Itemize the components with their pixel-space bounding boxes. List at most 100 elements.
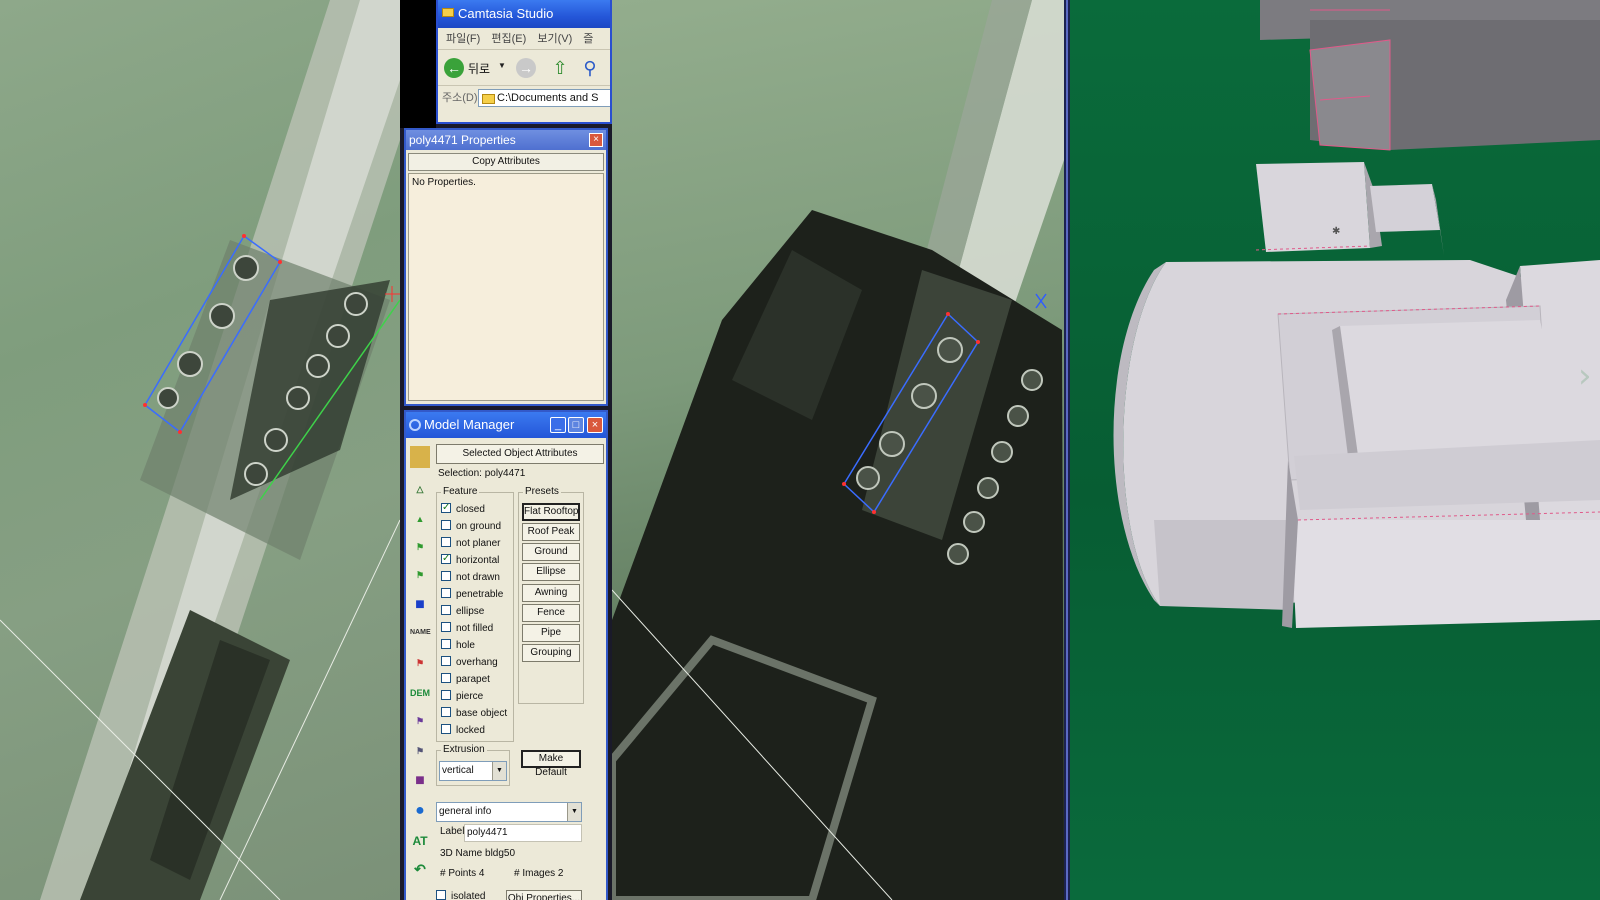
- menu-edit[interactable]: 편집(E): [491, 33, 526, 45]
- menu-view[interactable]: 보기(V): [537, 33, 572, 45]
- model-3d-view[interactable]: ✱ ›: [1070, 0, 1600, 900]
- checkbox-box[interactable]: [441, 639, 451, 649]
- checkbox-box[interactable]: [441, 656, 451, 666]
- checkbox-ellipse[interactable]: ellipse: [441, 605, 484, 619]
- properties-titlebar[interactable]: poly4471 Properties ×: [406, 130, 606, 150]
- checkbox-not-planer[interactable]: not planer: [441, 537, 500, 551]
- search-icon[interactable]: ⚲: [580, 58, 600, 78]
- checkbox-penetrable[interactable]: penetrable: [441, 588, 503, 602]
- back-dropdown-icon[interactable]: ▼: [498, 61, 506, 70]
- preset-pipe-button[interactable]: Pipe: [522, 624, 580, 642]
- flag-purple-icon[interactable]: ⚑: [410, 710, 430, 732]
- satellite-image-zoomed: [612, 0, 1064, 900]
- preset-grouping-button[interactable]: Grouping: [522, 644, 580, 662]
- explorer-title: Camtasia Studio: [458, 6, 554, 21]
- preset-awning-button[interactable]: Awning: [522, 584, 580, 602]
- checkbox-closed[interactable]: closed: [441, 501, 485, 517]
- flag-tool-icon[interactable]: ⚑: [410, 564, 430, 586]
- model-manager-titlebar[interactable]: Model Manager _ □ ×: [406, 412, 606, 438]
- globe-icon[interactable]: ●: [410, 800, 430, 822]
- checkbox-box[interactable]: [441, 707, 451, 717]
- satellite-view-left[interactable]: [0, 0, 400, 900]
- maximize-icon[interactable]: □: [568, 417, 584, 433]
- checkbox-box[interactable]: [441, 690, 451, 700]
- extrusion-select[interactable]: vertical ▼: [439, 761, 507, 781]
- checkbox-box[interactable]: [441, 552, 451, 566]
- flag-green-icon[interactable]: ⚑: [410, 536, 430, 558]
- checkbox-box[interactable]: [441, 501, 451, 515]
- dem-icon[interactable]: DEM: [410, 682, 430, 704]
- folder-open-icon[interactable]: [410, 446, 430, 468]
- tool-palette: △ ▲ ⚑ ⚑ ■ NAME ⚑ DEM ⚑ ⚑ ■ ● AT ↶: [406, 438, 432, 900]
- folder-up-icon[interactable]: ⇧: [550, 58, 570, 78]
- preset-roof-peak-button[interactable]: Roof Peak: [522, 523, 580, 541]
- checkbox-label: penetrable: [456, 589, 504, 600]
- checkbox-not-drawn[interactable]: not drawn: [441, 571, 500, 585]
- preset-flat-rooftop-button[interactable]: Flat Rooftop: [522, 503, 580, 521]
- undo-icon[interactable]: ↶: [410, 858, 430, 880]
- preset-fence-button[interactable]: Fence: [522, 604, 580, 622]
- checkbox-label: isolated: [451, 891, 486, 900]
- building-purple-icon[interactable]: ■: [410, 770, 430, 792]
- model-manager-window: Model Manager _ □ × △ ▲ ⚑ ⚑ ■ NAME ⚑ DEM…: [404, 410, 608, 900]
- back-arrow-icon[interactable]: ←: [444, 58, 464, 78]
- chevron-right-icon[interactable]: ›: [1578, 356, 1594, 396]
- checkbox-horizontal[interactable]: horizontal: [441, 552, 499, 568]
- checkbox-box[interactable]: [441, 520, 451, 530]
- checkbox-locked[interactable]: locked: [441, 724, 485, 738]
- label-caption: Label: [440, 826, 465, 837]
- checkbox-parapet[interactable]: parapet: [441, 673, 490, 687]
- properties-panel: poly4471 Properties × Copy Attributes No…: [404, 128, 608, 406]
- at-icon[interactable]: AT: [410, 830, 430, 852]
- flag-red-icon[interactable]: ⚑: [410, 652, 430, 674]
- menu-file[interactable]: 파일(F): [446, 33, 480, 45]
- address-input[interactable]: C:\Documents and S: [478, 89, 610, 107]
- label-input[interactable]: poly4471: [464, 824, 582, 842]
- checkbox-box[interactable]: [441, 605, 451, 615]
- checkbox-box[interactable]: [441, 537, 451, 547]
- obj-properties-button[interactable]: Obj Properties...: [506, 890, 582, 900]
- close-icon[interactable]: ×: [589, 133, 603, 147]
- checkbox-base-object[interactable]: base object: [441, 707, 507, 721]
- extrusion-caption: Extrusion: [441, 744, 487, 755]
- satellite-view-zoomed[interactable]: [612, 0, 1064, 900]
- selected-object-attributes-button[interactable]: Selected Object Attributes: [436, 444, 604, 464]
- checkbox-box[interactable]: [441, 673, 451, 683]
- minimize-icon[interactable]: _: [550, 417, 566, 433]
- explorer-window[interactable]: Camtasia Studio 파일(F) 편집(E) 보기(V) 즐 ← 뒤로…: [436, 0, 612, 124]
- building-blue-icon[interactable]: ■: [410, 594, 430, 616]
- selection-label: Selection: poly4471: [438, 468, 526, 479]
- checkbox-label: hole: [456, 640, 475, 651]
- extrusion-group: Extrusion vertical ▼: [436, 744, 510, 786]
- checkbox-box[interactable]: [441, 724, 451, 734]
- explorer-titlebar[interactable]: Camtasia Studio: [438, 0, 610, 28]
- make-default-button[interactable]: Make Default: [521, 750, 581, 778]
- checkbox-label: closed: [456, 504, 485, 515]
- checkbox-on-ground[interactable]: on ground: [441, 520, 501, 534]
- info-select[interactable]: general info ▼: [436, 802, 582, 822]
- checkbox-isolated[interactable]: isolated: [436, 890, 485, 900]
- checkbox-box[interactable]: [441, 622, 451, 632]
- flag-gray-icon[interactable]: ⚑: [410, 740, 430, 762]
- preset-ground-button[interactable]: Ground: [522, 543, 580, 561]
- back-button-label[interactable]: 뒤로: [468, 60, 490, 77]
- properties-empty-text: No Properties.: [412, 177, 476, 188]
- menu-favorites[interactable]: 즐: [583, 33, 593, 45]
- poly-tool-icon[interactable]: ▲: [410, 508, 430, 530]
- chevron-down-icon[interactable]: ▼: [567, 803, 581, 821]
- copy-attributes-button[interactable]: Copy Attributes: [408, 153, 604, 171]
- checkbox-not-filled[interactable]: not filled: [441, 622, 493, 636]
- checkbox-label: on ground: [456, 521, 502, 532]
- checkbox-hole[interactable]: hole: [441, 639, 475, 653]
- checkbox-overhang[interactable]: overhang: [441, 656, 498, 670]
- checkbox-box[interactable]: [441, 588, 451, 598]
- forward-arrow-icon[interactable]: →: [516, 58, 536, 78]
- checkbox-pierce[interactable]: pierce: [441, 690, 483, 704]
- name-tool-icon[interactable]: NAME: [410, 622, 431, 644]
- close-icon[interactable]: ×: [587, 417, 603, 433]
- checkbox-box[interactable]: [441, 571, 451, 581]
- chevron-down-icon[interactable]: ▼: [492, 762, 506, 780]
- checkbox-box[interactable]: [436, 890, 446, 900]
- preset-ellipse-button[interactable]: Ellipse: [522, 563, 580, 581]
- select-tool-icon[interactable]: △: [410, 478, 430, 500]
